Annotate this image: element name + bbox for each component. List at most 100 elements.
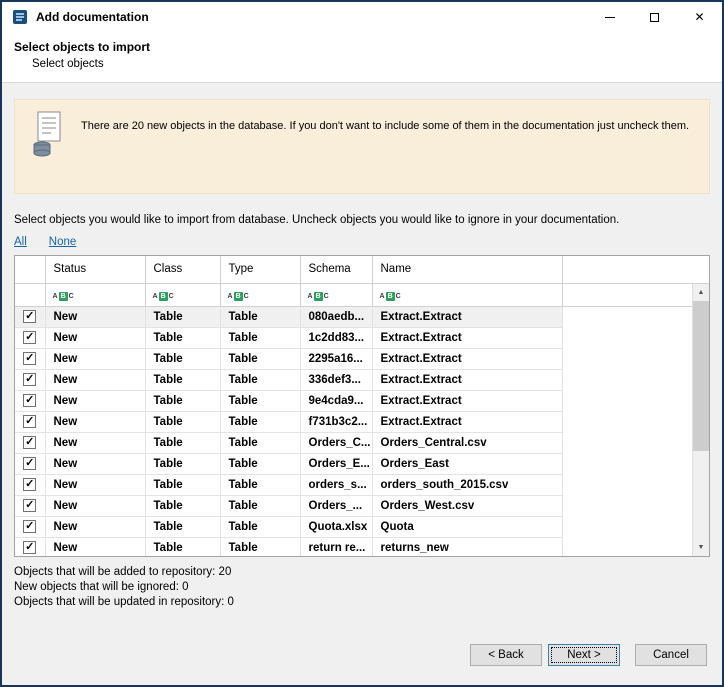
abc-filter-icon[interactable]: ABC <box>153 292 174 301</box>
cell-type: Table <box>220 537 300 557</box>
vertical-scrollbar[interactable]: ▲ ▼ <box>692 284 709 556</box>
row-checkbox-cell: ✓ <box>15 390 45 411</box>
cell-schema: 9e4cda9... <box>300 390 372 411</box>
table-row[interactable]: ✓ New Table Table Orders_... Orders_West… <box>15 495 709 516</box>
cell-schema: orders_s... <box>300 474 372 495</box>
cell-status: New <box>45 474 145 495</box>
cell-schema: Orders_... <box>300 495 372 516</box>
titlebar: Add documentation ✕ <box>2 2 722 32</box>
summary-ignored: New objects that will be ignored: 0 <box>14 580 710 595</box>
cancel-button[interactable]: Cancel <box>635 644 707 666</box>
filter-cell-schema[interactable]: ABC <box>300 283 372 306</box>
page-subtitle: Select objects <box>32 58 710 70</box>
close-button[interactable]: ✕ <box>677 2 722 32</box>
cell-status: New <box>45 327 145 348</box>
row-checkbox[interactable]: ✓ <box>23 541 36 554</box>
cell-type: Table <box>220 411 300 432</box>
cell-class: Table <box>145 516 220 537</box>
row-checkbox[interactable]: ✓ <box>23 373 36 386</box>
select-column-header <box>15 256 45 283</box>
cell-filler <box>562 327 709 348</box>
row-checkbox[interactable]: ✓ <box>23 499 36 512</box>
cell-name: Extract.Extract <box>372 327 562 348</box>
table-row[interactable]: ✓ New Table Table Orders_E... Orders_Eas… <box>15 453 709 474</box>
abc-filter-icon[interactable]: ABC <box>228 292 249 301</box>
table-row[interactable]: ✓ New Table Table orders_s... orders_sou… <box>15 474 709 495</box>
maximize-button[interactable] <box>632 2 677 32</box>
cell-schema: 080aedb... <box>300 306 372 327</box>
abc-filter-icon[interactable]: ABC <box>308 292 329 301</box>
scroll-up-arrow-icon[interactable]: ▲ <box>693 284 709 301</box>
select-none-link[interactable]: None <box>49 236 77 248</box>
select-all-link[interactable]: All <box>14 236 27 248</box>
objects-table: Status Class Type Schema Name ABC ABC AB… <box>15 256 709 557</box>
filter-cell-class[interactable]: ABC <box>145 283 220 306</box>
page-title: Select objects to import <box>14 40 710 54</box>
column-header-schema[interactable]: Schema <box>300 256 372 283</box>
filter-cell-type[interactable]: ABC <box>220 283 300 306</box>
close-icon: ✕ <box>694 11 704 23</box>
cell-name: Extract.Extract <box>372 369 562 390</box>
minimize-button[interactable] <box>587 2 632 32</box>
cell-schema: 336def3... <box>300 369 372 390</box>
table-row[interactable]: ✓ New Table Table 1c2dd83... Extract.Ext… <box>15 327 709 348</box>
column-header-name[interactable]: Name <box>372 256 562 283</box>
table-row[interactable]: ✓ New Table Table 080aedb... Extract.Ext… <box>15 306 709 327</box>
column-header-class[interactable]: Class <box>145 256 220 283</box>
row-checkbox[interactable]: ✓ <box>23 520 36 533</box>
objects-grid: Status Class Type Schema Name ABC ABC AB… <box>14 255 710 557</box>
table-row[interactable]: ✓ New Table Table f731b3c2... Extract.Ex… <box>15 411 709 432</box>
cell-status: New <box>45 516 145 537</box>
info-banner: There are 20 new objects in the database… <box>14 99 710 194</box>
cell-filler <box>562 432 709 453</box>
back-button[interactable]: < Back <box>470 644 542 666</box>
next-button[interactable]: Next > <box>548 644 620 666</box>
cell-class: Table <box>145 348 220 369</box>
cell-filler <box>562 495 709 516</box>
abc-filter-icon[interactable]: ABC <box>53 292 74 301</box>
table-row[interactable]: ✓ New Table Table 336def3... Extract.Ext… <box>15 369 709 390</box>
instructions-text: Select objects you would like to import … <box>14 214 710 226</box>
column-header-status[interactable]: Status <box>45 256 145 283</box>
table-row[interactable]: ✓ New Table Table 2295a16... Extract.Ext… <box>15 348 709 369</box>
cell-filler <box>562 453 709 474</box>
cell-name: Orders_East <box>372 453 562 474</box>
summary-added: Objects that will be added to repository… <box>14 565 710 580</box>
scroll-down-arrow-icon[interactable]: ▼ <box>693 539 709 556</box>
scrollbar-thumb[interactable] <box>693 301 709 451</box>
column-header-type[interactable]: Type <box>220 256 300 283</box>
cell-name: returns_new <box>372 537 562 557</box>
cell-status: New <box>45 348 145 369</box>
table-row[interactable]: ✓ New Table Table Quota.xlsx Quota <box>15 516 709 537</box>
table-row[interactable]: ✓ New Table Table return re... returns_n… <box>15 537 709 557</box>
selection-links: All None <box>14 236 710 248</box>
row-checkbox[interactable]: ✓ <box>23 352 36 365</box>
add-documentation-dialog: Add documentation ✕ Select objects to im… <box>0 0 724 687</box>
row-checkbox[interactable]: ✓ <box>23 457 36 470</box>
cell-name: Quota <box>372 516 562 537</box>
row-checkbox[interactable]: ✓ <box>23 331 36 344</box>
cell-filler <box>562 537 709 557</box>
cell-schema: Quota.xlsx <box>300 516 372 537</box>
row-checkbox[interactable]: ✓ <box>23 310 36 323</box>
row-checkbox[interactable]: ✓ <box>23 436 36 449</box>
cell-class: Table <box>145 327 220 348</box>
cell-name: Extract.Extract <box>372 348 562 369</box>
abc-filter-icon[interactable]: ABC <box>380 292 401 301</box>
cell-type: Table <box>220 474 300 495</box>
row-checkbox-cell: ✓ <box>15 411 45 432</box>
filter-cell-status[interactable]: ABC <box>45 283 145 306</box>
cell-filler <box>562 306 709 327</box>
row-checkbox-cell: ✓ <box>15 495 45 516</box>
row-checkbox[interactable]: ✓ <box>23 415 36 428</box>
row-checkbox[interactable]: ✓ <box>23 394 36 407</box>
cell-class: Table <box>145 390 220 411</box>
table-row[interactable]: ✓ New Table Table 9e4cda9... Extract.Ext… <box>15 390 709 411</box>
filter-cell-name[interactable]: ABC <box>372 283 562 306</box>
cell-filler <box>562 390 709 411</box>
filter-cell-filler <box>562 283 709 306</box>
table-row[interactable]: ✓ New Table Table Orders_C... Orders_Cen… <box>15 432 709 453</box>
cell-filler <box>562 411 709 432</box>
cell-schema: 2295a16... <box>300 348 372 369</box>
row-checkbox[interactable]: ✓ <box>23 478 36 491</box>
